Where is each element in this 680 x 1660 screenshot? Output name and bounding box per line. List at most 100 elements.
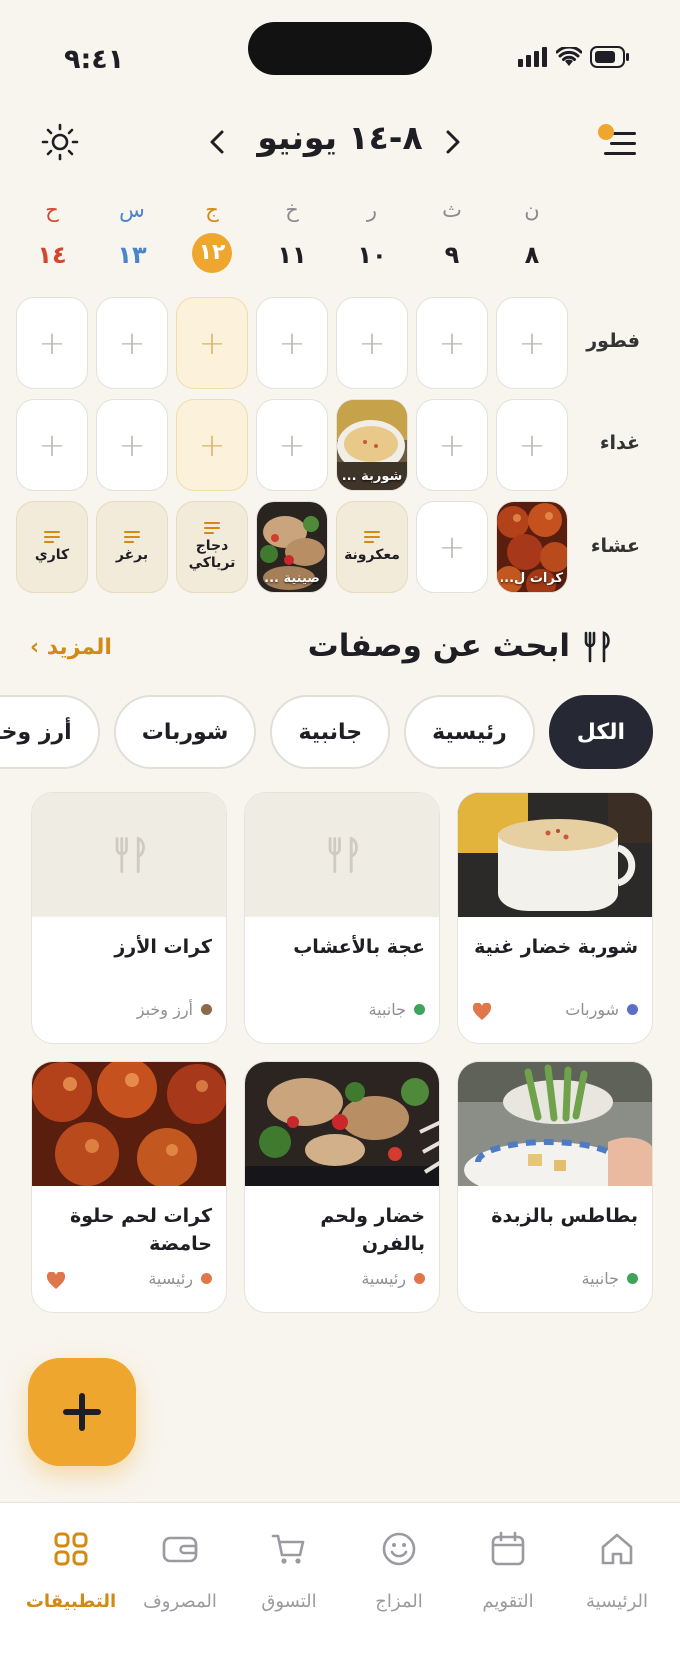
recipe-card[interactable]: كرات الأرز أرز وخبز <box>31 792 227 1044</box>
meal-slot-label: كاري <box>34 546 70 563</box>
plus-icon: + <box>278 324 306 362</box>
week-title: ٨-١٤ يونيو <box>257 118 423 157</box>
recipe-lines-icon <box>44 530 60 543</box>
tab-label: التطبيقات <box>25 1591 117 1612</box>
tab-mood[interactable]: المزاج <box>344 1525 454 1612</box>
category-label: جانبية <box>368 1000 406 1019</box>
meal-slot-soup[interactable]: شوربة ... <box>336 399 408 491</box>
recipe-image <box>245 1062 439 1186</box>
tab-apps[interactable]: التطبيقات <box>16 1525 126 1612</box>
row-label-breakfast: فطور <box>586 330 640 352</box>
day-column[interactable]: ث٩ <box>416 195 488 275</box>
add-meal-slot[interactable]: + <box>16 399 88 491</box>
chip-rice-bread[interactable]: أرز وخبز <box>0 695 100 769</box>
more-recipes-link[interactable]: المزيد › <box>30 635 112 660</box>
smiley-icon <box>344 1525 454 1573</box>
meal-slot-burger[interactable]: برغر <box>96 501 168 593</box>
week-days: ن٨ ث٩ ر ١٠ خ ١١ ج ١٢ س ١٣ ح ١٤ <box>0 195 680 285</box>
category-label: شوربات <box>565 1000 619 1019</box>
add-button[interactable] <box>28 1358 136 1466</box>
category-dot <box>201 1004 212 1015</box>
day-letter: خ <box>285 198 299 222</box>
add-meal-slot[interactable]: + <box>336 297 408 389</box>
day-column[interactable]: ر ١٠ <box>336 195 408 275</box>
bottom-tab-bar: الرئيسية التقويم المزاج التسوق المصروف ا… <box>0 1502 680 1660</box>
recipe-category: رئيسية <box>361 1269 425 1288</box>
recipe-card[interactable]: عجة بالأعشاب جانبية <box>244 792 440 1044</box>
category-dot <box>414 1004 425 1015</box>
chip-all[interactable]: الكل <box>548 695 653 769</box>
recipe-card[interactable]: بطاطس بالزبدة جانبية <box>457 1061 653 1313</box>
recipe-category: جانبية <box>582 1269 638 1288</box>
row-label-dinner: عشاء <box>590 535 640 557</box>
recipe-image <box>32 1062 226 1186</box>
add-meal-slot[interactable]: + <box>256 297 328 389</box>
day-column-today[interactable]: ج ١٢ <box>176 195 248 273</box>
plus-icon: + <box>118 426 146 464</box>
day-letter: ث <box>442 198 462 222</box>
recipe-card[interactable]: خضار ولحم بالفرن رئيسية <box>244 1061 440 1313</box>
plus-icon: + <box>278 426 306 464</box>
day-number: ١٣ <box>117 241 147 269</box>
plus-icon: + <box>518 426 546 464</box>
day-letter: ح <box>45 198 59 222</box>
recipe-image-placeholder <box>245 793 439 917</box>
recipe-lines-icon <box>124 530 140 543</box>
day-column[interactable]: خ ١١ <box>256 195 328 275</box>
tab-label: المزاج <box>375 1591 423 1612</box>
plus-icon: + <box>38 324 66 362</box>
meal-slot-label: شوربة ... <box>341 469 403 484</box>
status-bar: ٩:٤١ <box>0 0 680 110</box>
recipe-card[interactable]: شوربة خضار غنية شوربات <box>457 792 653 1044</box>
sun-icon <box>41 123 79 161</box>
tab-expenses[interactable]: المصروف <box>125 1525 235 1612</box>
category-dot <box>414 1273 425 1284</box>
add-meal-slot[interactable]: + <box>496 297 568 389</box>
add-meal-slot[interactable]: + <box>256 399 328 491</box>
wallet-icon <box>125 1525 235 1573</box>
plus-icon: + <box>438 324 466 362</box>
add-meal-slot-today[interactable]: + <box>176 297 248 389</box>
recipe-category: رئيسية <box>148 1269 212 1288</box>
heart-icon[interactable] <box>46 1272 66 1290</box>
dynamic-island <box>248 22 432 75</box>
next-week-button[interactable] <box>202 126 232 158</box>
add-meal-slot-today[interactable]: + <box>176 399 248 491</box>
day-column[interactable]: س ١٣ <box>96 195 168 275</box>
chip-side[interactable]: جانبية <box>270 695 391 769</box>
add-meal-slot[interactable]: + <box>416 501 488 593</box>
fork-knife-icon <box>115 836 145 873</box>
recipe-title: خضار ولحم بالفرن <box>320 1205 425 1255</box>
recipe-card[interactable]: كرات لحم حلوة حامضة رئيسية <box>31 1061 227 1313</box>
chip-soups[interactable]: شوربات <box>113 695 257 769</box>
tab-home[interactable]: الرئيسية <box>562 1525 672 1612</box>
add-meal-slot[interactable]: + <box>96 297 168 389</box>
add-meal-slot[interactable]: + <box>416 297 488 389</box>
meal-slot-curry[interactable]: كاري <box>16 501 88 593</box>
add-meal-slot[interactable]: + <box>16 297 88 389</box>
day-letter: ن <box>524 198 540 222</box>
tab-calendar[interactable]: التقويم <box>453 1525 563 1612</box>
day-column[interactable]: ح ١٤ <box>16 195 88 275</box>
add-meal-slot[interactable]: + <box>96 399 168 491</box>
battery-icon <box>590 46 630 68</box>
add-meal-slot[interactable]: + <box>496 399 568 491</box>
heart-icon[interactable] <box>472 1003 492 1021</box>
meal-slot-teriyaki[interactable]: دجاج ترياكي <box>176 501 248 593</box>
add-meal-slot[interactable]: + <box>416 399 488 491</box>
meal-slot-label: معكرونة <box>344 546 400 563</box>
chip-main[interactable]: رئيسية <box>404 695 535 769</box>
day-column[interactable]: ن٨ <box>496 195 568 275</box>
recipe-image <box>458 793 652 917</box>
meal-slot-meatballs[interactable]: كرات ل... <box>496 501 568 593</box>
plus-icon: + <box>198 324 226 362</box>
apps-grid-icon <box>16 1525 126 1573</box>
tab-shopping[interactable]: التسوق <box>234 1525 344 1612</box>
tab-label: المصروف <box>143 1591 217 1612</box>
meal-planner-screen: ٩:٤١ ٨-١٤ يونيو ن ٨ ث ٩ ر ١٠ خ ١١ ج ١٢ س… <box>0 0 680 1660</box>
theme-toggle-button[interactable] <box>40 122 80 162</box>
meal-slot-tray[interactable]: صينية ... <box>256 501 328 593</box>
day-letter: س <box>119 198 145 222</box>
meal-slot-pasta[interactable]: معكرونة <box>336 501 408 593</box>
calendar-icon <box>453 1525 563 1573</box>
